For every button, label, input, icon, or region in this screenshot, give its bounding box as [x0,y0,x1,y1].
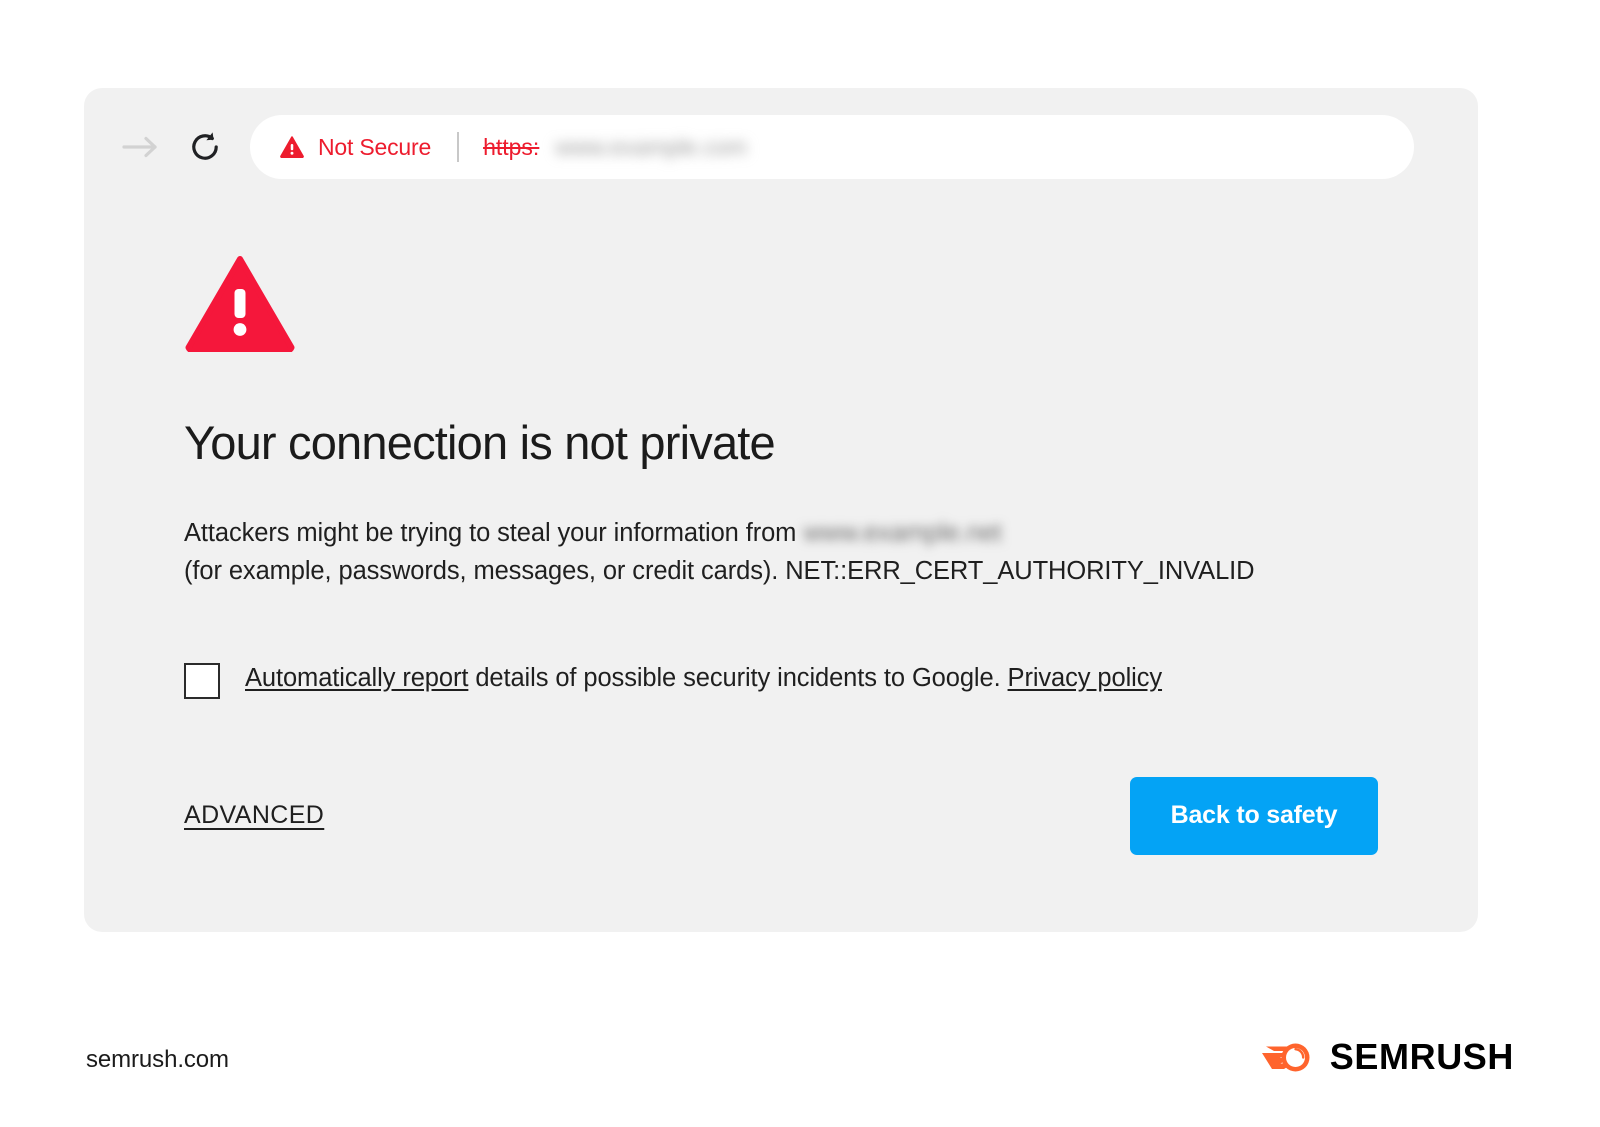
not-secure-label: Not Secure [318,133,432,160]
error-description-rest: (for example, passwords, messages, or cr… [184,556,1255,585]
browser-toolbar: Not Secure https: www.example.com [84,88,1478,206]
advanced-button[interactable]: ADVANCED [184,801,324,830]
browser-window-card: Not Secure https: www.example.com Your c… [84,88,1478,932]
error-host-blurred: www.example.net [803,519,1002,548]
privacy-policy-link[interactable]: Privacy policy [1008,664,1163,692]
arrow-right-icon [122,136,157,158]
warning-triangle-icon [280,136,304,159]
automatically-report-link[interactable]: Automatically report [245,664,468,692]
forward-button[interactable] [118,124,164,170]
page-footer: semrush.com SEMRUSH [0,1028,1600,1108]
url-host-blurred: www.example.com [555,133,748,160]
actions-row: ADVANCED Back to safety [184,776,1406,855]
url-scheme: https: [483,133,540,160]
back-to-safety-button[interactable]: Back to safety [1130,776,1378,855]
security-indicator[interactable]: Not Secure [280,134,431,161]
reload-button[interactable] [182,124,228,170]
footer-site-url: semrush.com [86,1046,229,1073]
semrush-comet-icon [1260,1036,1314,1078]
address-bar[interactable]: Not Secure https: www.example.com [250,115,1414,179]
auto-report-middle-text: details of possible security incidents t… [468,663,1008,692]
error-page-content: Your connection is not private Attackers… [184,256,1406,932]
semrush-wordmark: SEMRUSH [1329,1036,1514,1077]
error-description: Attackers might be trying to steal your … [184,515,1406,590]
omnibox-divider [457,132,460,162]
semrush-logo: SEMRUSH [1260,1036,1514,1078]
report-row: Automatically report details of possible… [184,661,1406,699]
auto-report-text: Automatically report details of possible… [245,661,1162,695]
error-description-lead: Attackers might be trying to steal your … [184,519,797,548]
page-title: Your connection is not private [184,416,776,469]
auto-report-checkbox[interactable] [184,662,220,699]
hero-warning-triangle-icon [185,256,295,354]
reload-icon [192,132,218,160]
